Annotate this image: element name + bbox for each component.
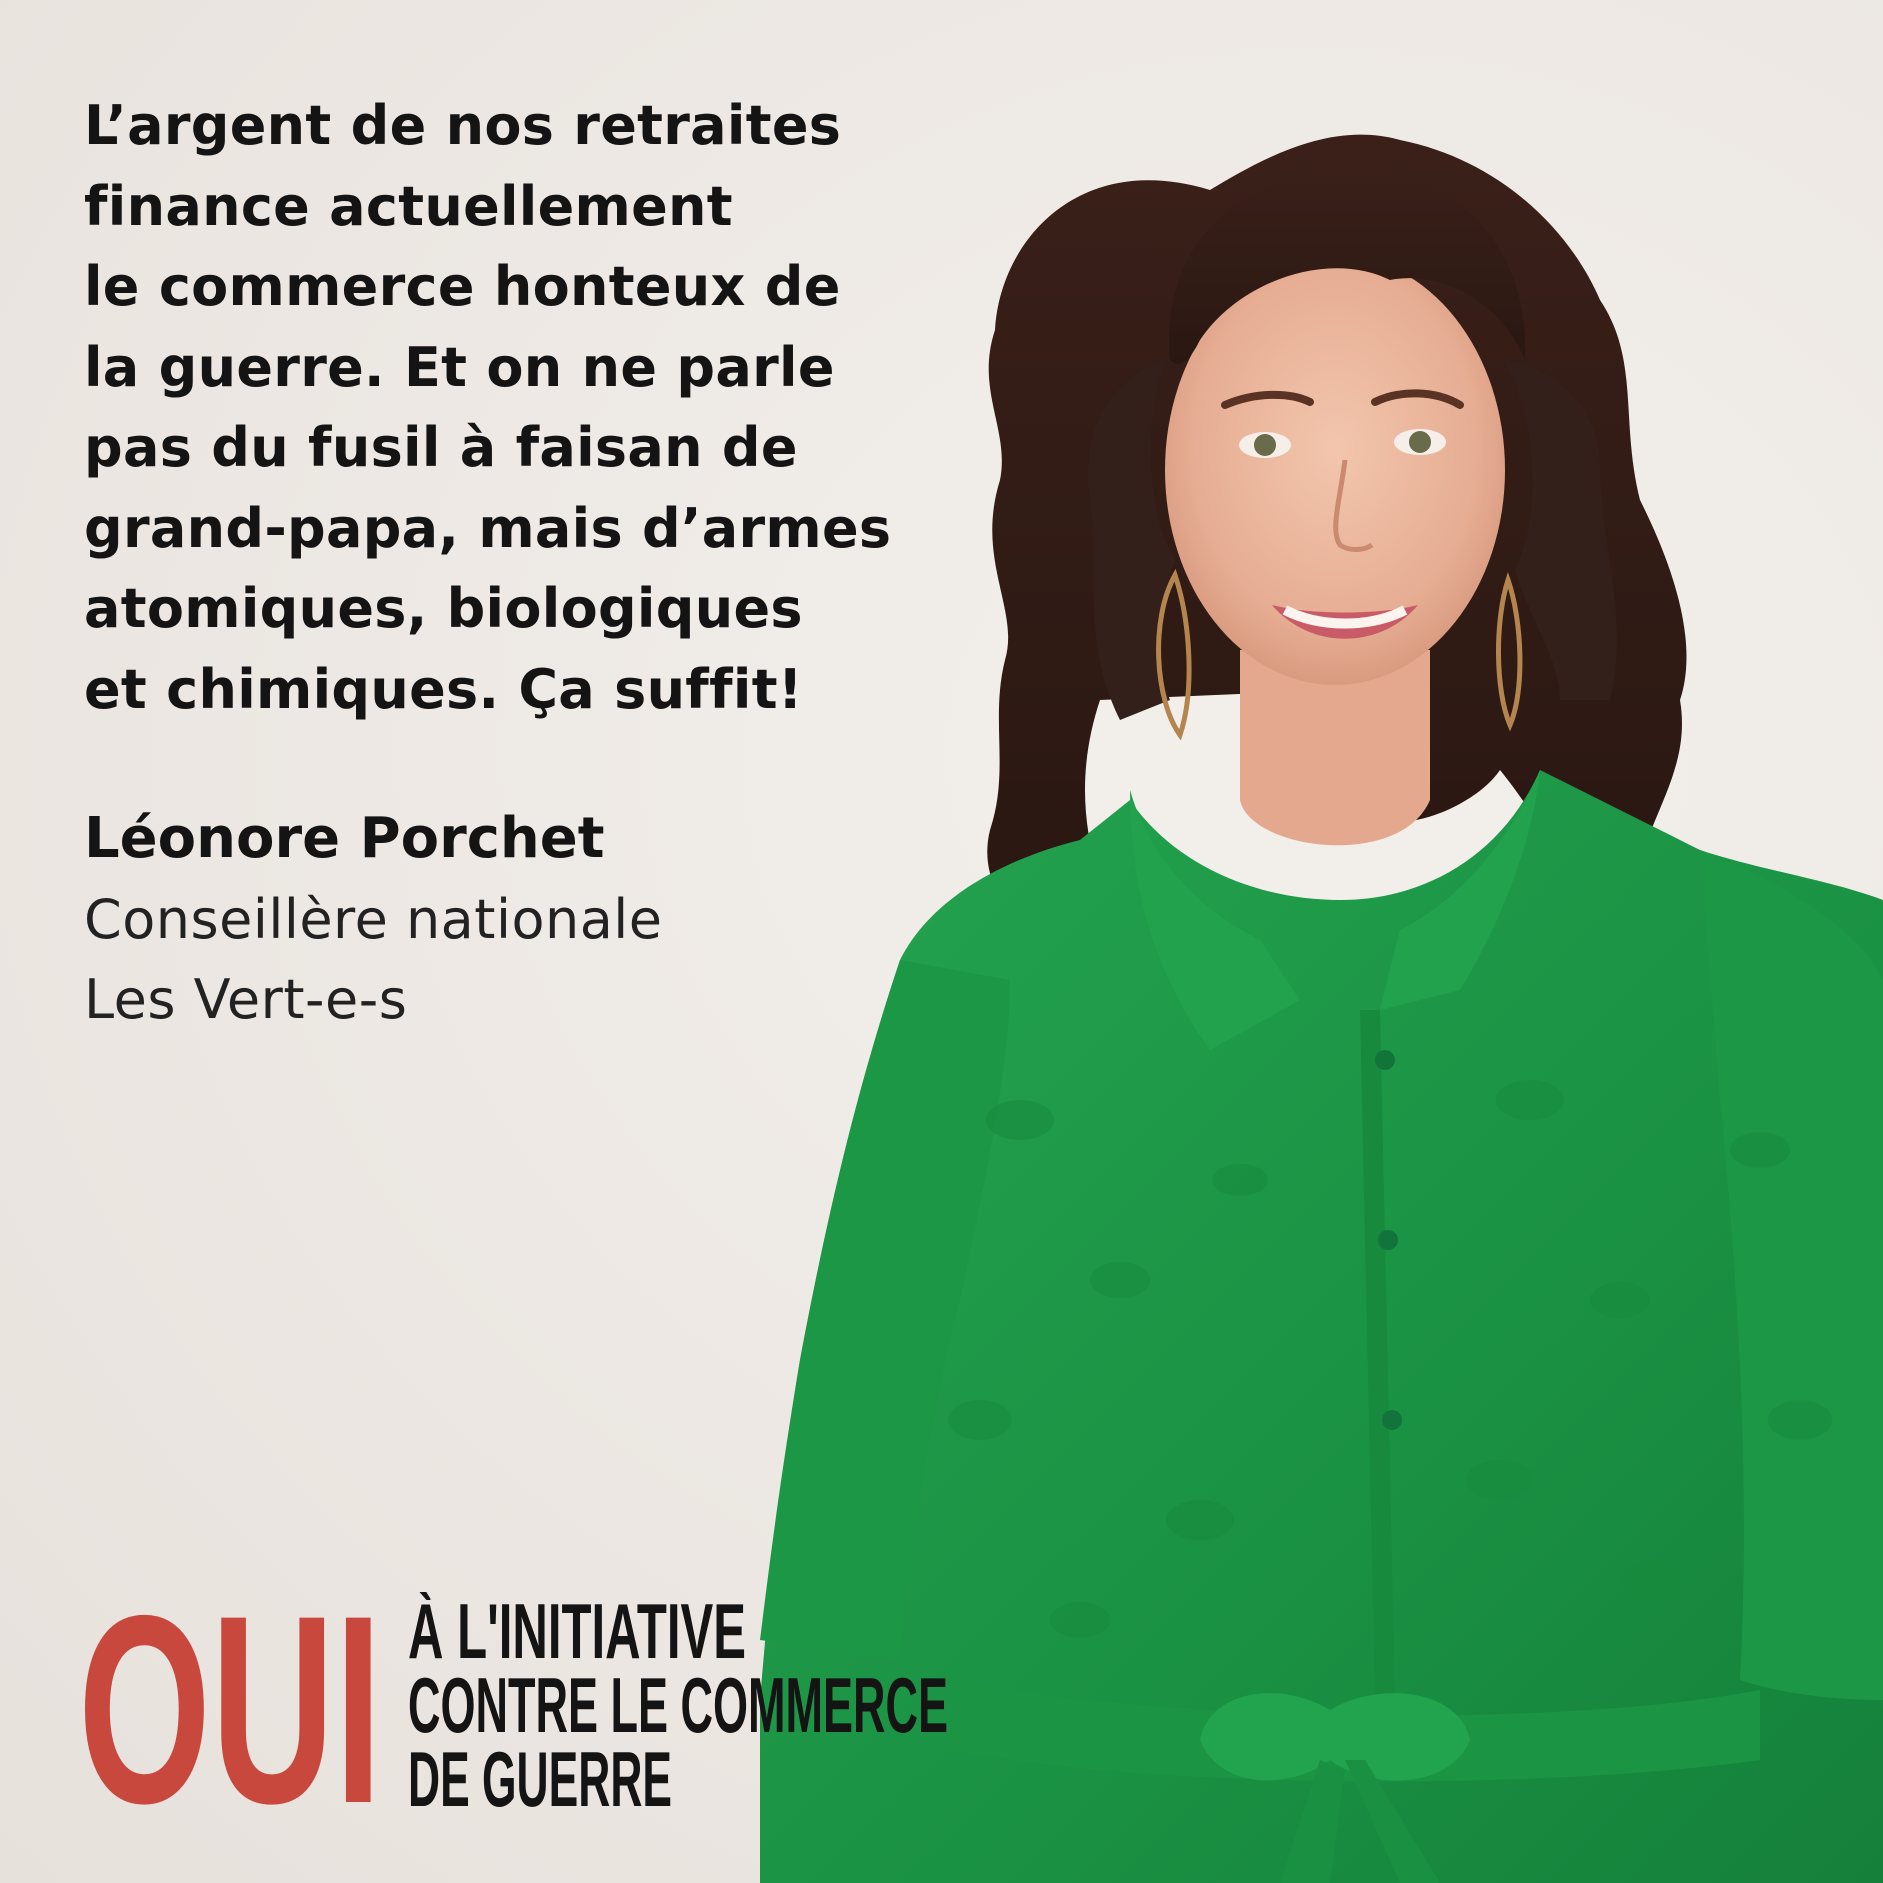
person-name: Léonore Porchet (84, 806, 605, 871)
person-party: Les Vert-e-s (84, 968, 408, 1031)
oui-word: OUI (78, 1588, 382, 1813)
quote-line: la guerre. Et on ne parle (84, 335, 835, 399)
oui-logo: OUI (78, 1588, 382, 1813)
campaign-title: À L'INITIATIVE CONTRE LE COMMERCE DE GUE… (408, 1592, 948, 1812)
quote-text: L’argent de nos retraites finance actuel… (84, 86, 984, 730)
quote-line: L’argent de nos retraites (84, 94, 842, 157)
campaign-line-3: DE GUERRE (408, 1735, 672, 1812)
quote-line: le commerce honteux de (84, 255, 841, 318)
quote-line: et chimiques. Ça suffit! (84, 657, 803, 721)
poster-canvas: L’argent de nos retraites finance actuel… (0, 0, 1883, 1883)
quote-line: finance actuellement (84, 174, 733, 238)
quote-line: grand-papa, mais d’armes (84, 496, 892, 560)
quote-line: atomiques, biologiques (84, 577, 803, 640)
quote-line: pas du fusil à faisan de (84, 416, 798, 479)
person-role: Conseillère nationale (84, 888, 663, 951)
